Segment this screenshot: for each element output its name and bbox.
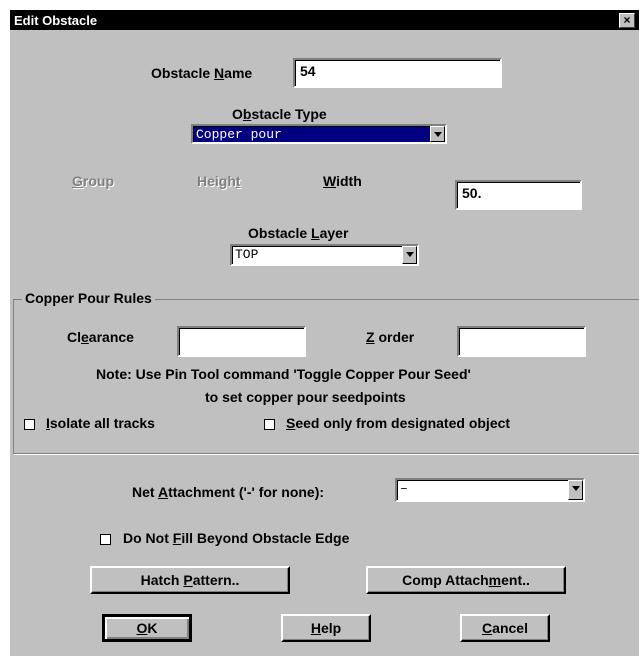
isolate-all-tracks-label: Isolate all tracks <box>46 415 155 431</box>
width-value: 50. <box>462 185 482 201</box>
group-label: Group <box>72 173 114 189</box>
chevron-down-icon[interactable] <box>402 246 417 264</box>
do-not-fill-label: Do Not Fill Beyond Obstacle Edge <box>123 530 350 546</box>
width-label: Width <box>323 173 362 189</box>
net-attachment-select[interactable]: – <box>395 478 585 502</box>
chevron-down-icon[interactable] <box>430 126 445 142</box>
edit-obstacle-dialog: Edit Obstacle × Obstacle Name 54 Obstacl… <box>8 8 639 656</box>
hatch-pattern-button[interactable]: Hatch Pattern.. <box>90 566 290 594</box>
obstacle-type-value: Copper pour <box>196 127 282 142</box>
net-attachment-value: – <box>400 481 408 496</box>
obstacle-name-value: 54 <box>300 63 316 79</box>
net-attachment-label: Net Attachment ('-' for none): <box>132 484 325 500</box>
copper-pour-rules-title: Copper Pour Rules <box>22 290 155 306</box>
obstacle-layer-select[interactable]: TOP <box>230 244 419 266</box>
help-button[interactable]: Help <box>281 614 371 642</box>
close-button[interactable]: × <box>619 13 635 28</box>
clearance-input[interactable] <box>177 326 306 357</box>
obstacle-layer-label: Obstacle Layer <box>248 225 349 241</box>
copper-pour-note-line1: Note: Use Pin Tool command 'Toggle Coppe… <box>96 366 471 382</box>
ok-button[interactable]: OK <box>102 614 192 642</box>
obstacle-type-select[interactable]: Copper pour <box>191 124 447 144</box>
do-not-fill-checkbox[interactable] <box>100 534 111 545</box>
zorder-input[interactable] <box>457 326 586 357</box>
clearance-label: Clearance <box>67 329 134 345</box>
obstacle-type-label: Obstacle Type <box>232 106 327 122</box>
obstacle-name-label: Obstacle Name <box>151 65 253 81</box>
window-title: Edit Obstacle <box>14 13 98 28</box>
title-bar: Edit Obstacle × <box>10 10 639 30</box>
cancel-button[interactable]: Cancel <box>460 614 550 642</box>
seed-only-label: Seed only from designated object <box>286 415 511 431</box>
width-input[interactable]: 50. <box>455 180 582 210</box>
seed-only-checkbox[interactable] <box>264 419 275 430</box>
obstacle-name-input[interactable]: 54 <box>293 58 502 88</box>
isolate-all-tracks-checkbox[interactable] <box>24 419 35 430</box>
zorder-label: Z order <box>366 329 415 345</box>
chevron-down-icon[interactable] <box>568 480 583 500</box>
height-label: Height <box>197 173 241 189</box>
obstacle-layer-value: TOP <box>235 247 259 262</box>
comp-attachment-button[interactable]: Comp Attachment.. <box>366 566 566 594</box>
copper-pour-note-line2: to set copper pour seedpoints <box>205 389 406 405</box>
